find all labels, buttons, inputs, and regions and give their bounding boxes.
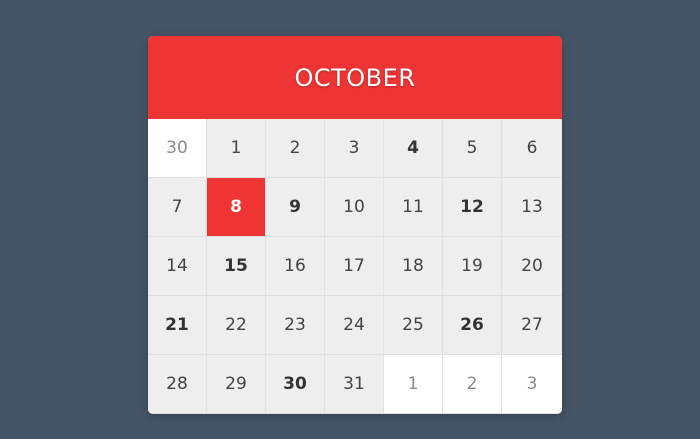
day-cell[interactable]: 22: [207, 296, 266, 355]
day-cell[interactable]: 6: [502, 119, 562, 178]
day-cell[interactable]: 7: [148, 178, 207, 237]
day-cell[interactable]: 11: [384, 178, 443, 237]
day-cell[interactable]: 24: [325, 296, 384, 355]
selected-day-cell[interactable]: 8: [207, 178, 266, 237]
day-cell[interactable]: 2: [266, 119, 325, 178]
outside-month-day-cell[interactable]: 2: [443, 355, 502, 414]
day-cell[interactable]: 17: [325, 237, 384, 296]
day-cell[interactable]: 25: [384, 296, 443, 355]
day-cell[interactable]: 20: [502, 237, 562, 296]
calendar-day-grid: 30 1 2 3 4 5 6 7 8 9 10 11 12 13 14 15 16 17 18 19 20 21 22 23 2…: [148, 119, 562, 414]
day-cell[interactable]: 19: [443, 237, 502, 296]
outside-month-day-cell[interactable]: 30: [148, 119, 207, 178]
day-cell[interactable]: 4: [384, 119, 443, 178]
day-cell[interactable]: 9: [266, 178, 325, 237]
day-cell[interactable]: 31: [325, 355, 384, 414]
day-cell[interactable]: 28: [148, 355, 207, 414]
day-cell[interactable]: 13: [502, 178, 562, 237]
outside-month-day-cell[interactable]: 3: [502, 355, 562, 414]
calendar-widget: OCTOBER 30 1 2 3 4 5 6 7 8 9 10 11 12 13 14 15 16 17 18 19 2…: [148, 36, 562, 414]
day-cell[interactable]: 10: [325, 178, 384, 237]
day-cell[interactable]: 5: [443, 119, 502, 178]
day-cell[interactable]: 12: [443, 178, 502, 237]
day-cell[interactable]: 14: [148, 237, 207, 296]
month-title: OCTOBER: [294, 63, 416, 92]
day-cell[interactable]: 26: [443, 296, 502, 355]
day-cell[interactable]: 16: [266, 237, 325, 296]
day-cell[interactable]: 27: [502, 296, 562, 355]
day-cell[interactable]: 21: [148, 296, 207, 355]
day-cell[interactable]: 1: [207, 119, 266, 178]
day-cell[interactable]: 15: [207, 237, 266, 296]
calendar-header: OCTOBER: [148, 36, 562, 119]
outside-month-day-cell[interactable]: 1: [384, 355, 443, 414]
day-cell[interactable]: 23: [266, 296, 325, 355]
day-cell[interactable]: 30: [266, 355, 325, 414]
day-cell[interactable]: 3: [325, 119, 384, 178]
day-cell[interactable]: 18: [384, 237, 443, 296]
day-cell[interactable]: 29: [207, 355, 266, 414]
